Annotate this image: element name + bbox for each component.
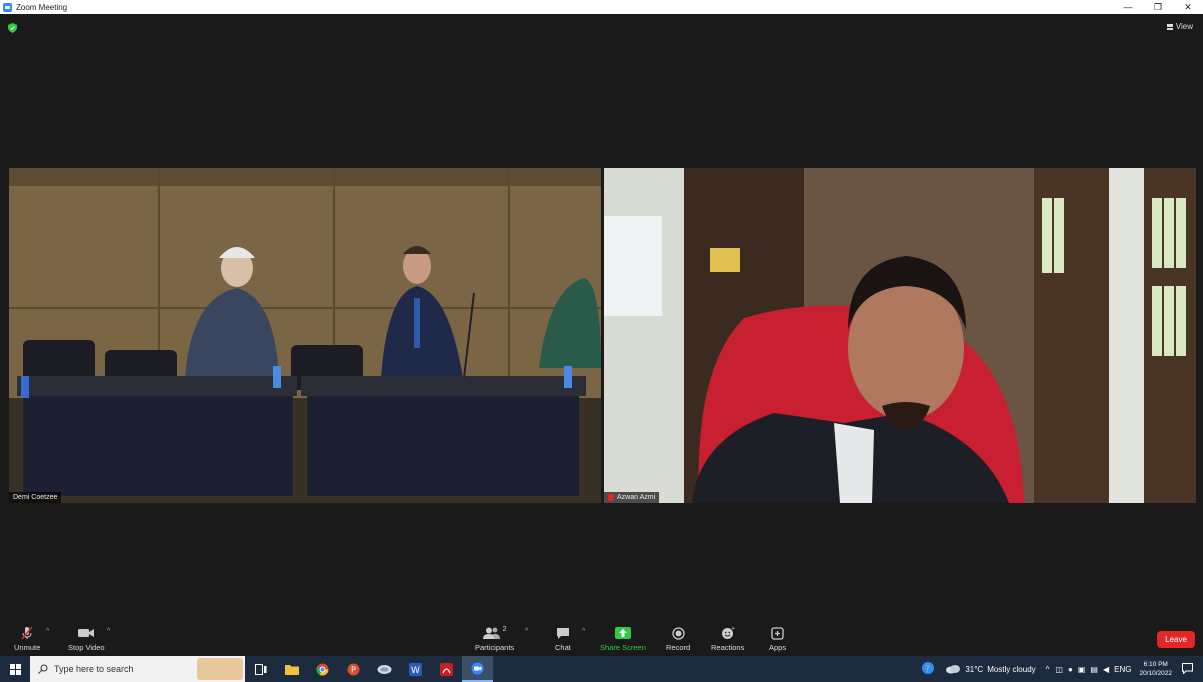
audio-options-chevron-icon[interactable]: ^: [46, 628, 49, 635]
task-view-icon[interactable]: [245, 656, 276, 682]
speaker-icon[interactable]: ◀: [1103, 665, 1109, 674]
record-icon: [671, 626, 685, 640]
participants-count: 2: [502, 626, 507, 633]
search-placeholder: Type here to search: [54, 664, 134, 674]
muted-mic-icon: [608, 494, 614, 501]
security-shield-icon[interactable]: [8, 23, 17, 33]
leave-button[interactable]: Leave: [1157, 631, 1195, 648]
record-button[interactable]: Record: [666, 626, 690, 652]
clock[interactable]: 6:10 PM 20/10/2022: [1139, 660, 1172, 678]
reactions-label: Reactions: [711, 643, 745, 652]
svg-text:W: W: [411, 666, 420, 676]
search-icon: [38, 664, 48, 674]
video-tile-demi-coetzee[interactable]: Demi Coetzee: [9, 168, 601, 503]
powerpoint-icon[interactable]: P: [338, 656, 369, 682]
participants-icon: 2: [482, 626, 507, 640]
apps-label: Apps: [769, 643, 787, 652]
weather-description: Mostly cloudy: [987, 664, 1036, 674]
display-tray-icon[interactable]: ▣: [1078, 665, 1086, 674]
stop-video-button[interactable]: Stop Video: [68, 626, 105, 652]
app-icon-generic[interactable]: [369, 656, 400, 682]
apps-button[interactable]: Apps: [769, 626, 786, 652]
chat-button[interactable]: Chat: [555, 626, 571, 652]
view-label: View: [1175, 22, 1193, 31]
participant-name: Demi Coetzee: [13, 494, 58, 501]
meeting-toolbar: Unmute ^ Stop Video ^ 2 Participants ^ C…: [0, 622, 1203, 656]
svg-text:P: P: [351, 665, 356, 674]
network-drive-icon[interactable]: ◫: [1055, 665, 1063, 674]
unmute-button[interactable]: Unmute: [14, 626, 40, 652]
video-camera-icon: [78, 626, 95, 640]
share-screen-button[interactable]: Share Screen: [600, 626, 646, 652]
participant-name-tag: Demi Coetzee: [9, 492, 62, 503]
participants-options-chevron-icon[interactable]: ^: [525, 628, 528, 635]
zoom-app-icon: [3, 2, 12, 12]
video-options-chevron-icon[interactable]: ^: [107, 628, 110, 635]
video-tile-azwan-azmi[interactable]: Azwan Azmi: [604, 168, 1196, 503]
reactions-smiley-icon: +: [721, 626, 735, 640]
share-screen-label: Share Screen: [600, 643, 646, 652]
record-label: Record: [666, 643, 691, 652]
windows-taskbar: Type here to search P W ? 31°C Mostly cl…: [0, 656, 1203, 682]
minimize-button[interactable]: —: [1113, 0, 1143, 14]
chrome-icon[interactable]: [307, 656, 338, 682]
participants-label: Participants: [475, 643, 515, 652]
search-highlight-illustration-icon: [197, 658, 243, 680]
close-button[interactable]: ✕: [1173, 0, 1203, 14]
share-screen-icon: [614, 626, 631, 640]
svg-text:+: +: [731, 626, 735, 632]
help-icon[interactable]: ?: [921, 661, 935, 677]
conference-room-video: [9, 168, 601, 503]
unmute-label: Unmute: [14, 643, 41, 652]
clock-time: 6:10 PM: [1143, 661, 1168, 668]
taskbar-search-box[interactable]: Type here to search: [30, 656, 245, 682]
view-grid-icon: [1166, 23, 1173, 30]
input-language[interactable]: ENG: [1114, 665, 1131, 674]
system-tray: ? 31°C Mostly cloudy ^ ◫ ● ▣ ▤ ◀ ENG 6:1…: [921, 656, 1203, 682]
participants-button[interactable]: 2 Participants: [475, 626, 514, 652]
window-title: Zoom Meeting: [16, 2, 68, 12]
stop-video-label: Stop Video: [68, 643, 105, 652]
participant-name-tag: Azwan Azmi: [604, 492, 660, 503]
zoom-taskbar-icon[interactable]: [462, 656, 493, 682]
office-video: [604, 168, 1196, 503]
weather-widget[interactable]: 31°C Mostly cloudy: [945, 664, 1036, 674]
svg-text:?: ?: [926, 665, 931, 675]
participant-name: Azwan Azmi: [617, 494, 656, 501]
chat-bubble-icon: [556, 626, 570, 640]
show-hidden-icons-chevron-icon[interactable]: ^: [1046, 665, 1050, 674]
word-icon[interactable]: W: [400, 656, 431, 682]
maximize-button[interactable]: ❐: [1143, 0, 1173, 14]
reactions-button[interactable]: + Reactions: [711, 626, 744, 652]
title-bar: Zoom Meeting — ❐ ✕: [0, 0, 1203, 14]
cloud-icon: [946, 665, 961, 674]
file-explorer-icon[interactable]: [276, 656, 307, 682]
microphone-muted-icon: [20, 626, 34, 640]
weather-temperature: 31°C: [965, 664, 984, 674]
meeting-area: View Demi Coetzee Azwan Azmi: [0, 14, 1203, 622]
clock-date: 20/10/2022: [1139, 670, 1172, 677]
chat-options-chevron-icon[interactable]: ^: [582, 628, 585, 635]
view-button[interactable]: View: [1166, 22, 1193, 31]
network-icon[interactable]: ▤: [1090, 665, 1098, 674]
windows-logo-icon: [9, 663, 21, 675]
chat-label: Chat: [555, 643, 571, 652]
apps-icon: [771, 626, 784, 640]
notifications-icon[interactable]: [1182, 662, 1193, 676]
windows-start-button[interactable]: [0, 656, 30, 682]
acrobat-icon[interactable]: [431, 656, 462, 682]
microphone-tray-icon[interactable]: ●: [1068, 665, 1073, 674]
